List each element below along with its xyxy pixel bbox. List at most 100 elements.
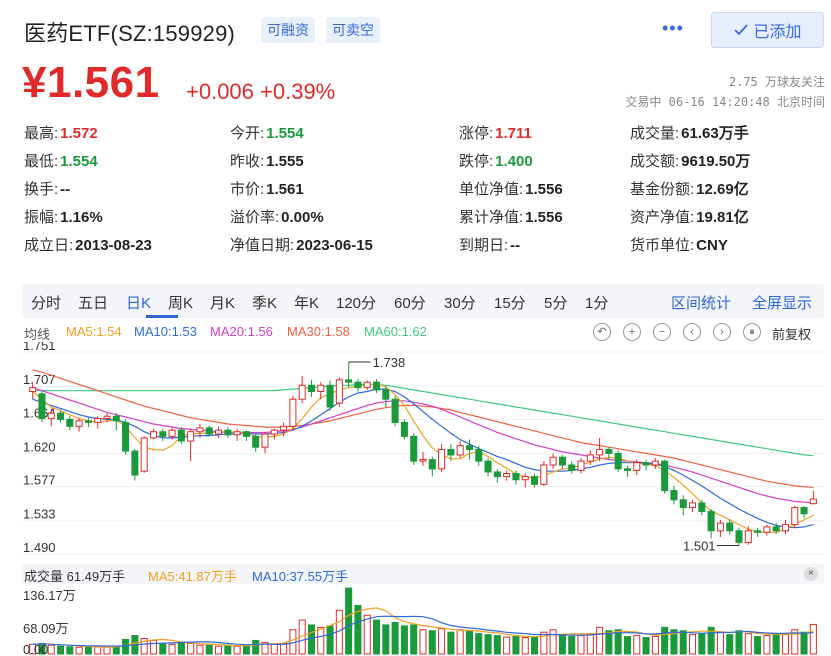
volume-bar	[373, 619, 381, 655]
tab-daily-k[interactable]: 日K	[126, 292, 151, 313]
volume-bar	[363, 614, 371, 655]
adjust-mode-select[interactable]: 前复权	[772, 324, 811, 343]
stat-expiry: 到期日: --	[459, 237, 521, 254]
tab-monthly-k[interactable]: 月K	[210, 292, 235, 313]
volume-bar	[744, 633, 752, 655]
candle	[428, 456, 436, 477]
added-label: 已添加	[753, 24, 802, 41]
volume-bar	[438, 628, 446, 655]
volume-bar	[521, 637, 529, 655]
tab-30min[interactable]: 30分	[444, 292, 476, 313]
candle	[484, 458, 492, 477]
volume-bar	[317, 626, 325, 655]
candle	[94, 416, 102, 429]
volume-bar	[382, 624, 390, 655]
tab-120min[interactable]: 120分	[336, 292, 376, 313]
volume-bar	[531, 636, 539, 655]
volume-bar	[726, 634, 734, 655]
margin-tag[interactable]: 可融资	[261, 17, 315, 43]
candle	[791, 506, 799, 528]
volume-bar	[187, 642, 195, 655]
candle	[140, 436, 148, 473]
volume-bar	[763, 635, 771, 655]
tab-yearly-k[interactable]: 年K	[294, 292, 319, 313]
volume-tick-label: 0.00	[23, 642, 48, 656]
volume-bar	[689, 634, 697, 655]
security-title: 医药ETF(SZ:159929)	[24, 21, 236, 46]
ma20-label: MA20:1.56	[210, 324, 273, 339]
stat-listed-date: 成立日: 2013-08-23	[24, 237, 152, 254]
kline-svg: 1.7511.7071.6641.6201.5771.5331.4901.738…	[22, 338, 824, 555]
candle	[558, 454, 566, 469]
volume-bar	[781, 633, 789, 655]
range-stats-link[interactable]: 区间统计	[671, 292, 731, 313]
tab-quarterly-k[interactable]: 季K	[252, 292, 277, 313]
tab-60min[interactable]: 60分	[394, 292, 426, 313]
candle	[131, 448, 139, 481]
more-button[interactable]: •••	[662, 18, 684, 39]
candle	[781, 519, 789, 534]
tab-weekly-k[interactable]: 周K	[168, 292, 193, 313]
candle	[661, 459, 669, 494]
kline-chart[interactable]: 1.7511.7071.6641.6201.5771.5331.4901.738…	[22, 338, 824, 562]
volume-bar	[168, 643, 176, 655]
volume-bar	[661, 626, 669, 655]
stat-net-assets: 资产净值: 19.81亿	[630, 209, 749, 226]
candle	[363, 380, 371, 390]
volume-bar	[400, 625, 408, 655]
y-tick-label: 1.620	[23, 439, 56, 454]
undo-icon[interactable]: ↶	[593, 323, 611, 341]
stat-nav-date: 净值日期: 2023-06-15	[230, 237, 373, 254]
volume-bar	[623, 636, 631, 655]
close-volume-icon[interactable]: ×	[804, 567, 818, 581]
volume-bar	[205, 644, 213, 655]
ma60-label: MA60:1.62	[364, 324, 427, 339]
volume-bar	[215, 645, 223, 655]
volume-bar	[503, 636, 511, 655]
candle	[410, 433, 418, 465]
tab-intraday[interactable]: 分时	[31, 292, 61, 313]
candle	[503, 470, 511, 481]
candle	[438, 444, 446, 472]
volume-bar	[242, 644, 250, 655]
candle	[549, 453, 557, 469]
tab-15min[interactable]: 15分	[494, 292, 526, 313]
zoom-in-icon[interactable]: +	[623, 323, 641, 341]
fullscreen-link[interactable]: 全屏显示	[752, 292, 812, 313]
added-watchlist-button[interactable]: 已添加	[711, 12, 824, 48]
tab-1min[interactable]: 1分	[585, 292, 608, 313]
stat-limit-down: 跌停: 1.400	[459, 153, 533, 170]
candle	[307, 379, 315, 397]
candle	[809, 490, 817, 505]
candle	[716, 519, 724, 537]
zoom-out-icon[interactable]: −	[653, 323, 671, 341]
scroll-right-icon[interactable]: ›	[713, 323, 731, 341]
candle	[754, 527, 762, 537]
candle	[577, 458, 585, 474]
volume-bar	[484, 634, 492, 655]
stat-amount: 成交额: 9619.50万	[630, 153, 751, 170]
candle	[261, 431, 269, 454]
candle	[456, 441, 464, 459]
candle	[215, 426, 223, 438]
stat-unit-nav: 单位净值: 1.556	[459, 181, 563, 198]
volume-tick-label: 136.17万	[23, 588, 76, 603]
volume-bar	[177, 641, 185, 655]
ma30-line	[32, 369, 814, 488]
checkmark-icon	[734, 24, 749, 36]
current-price: ¥1.561	[22, 58, 160, 107]
tab-five-day[interactable]: 五日	[78, 292, 108, 313]
volume-bar	[512, 636, 520, 655]
volume-bar	[47, 644, 55, 655]
candle	[707, 509, 715, 539]
candle	[419, 451, 427, 466]
tab-5min[interactable]: 5分	[544, 292, 567, 313]
ma30-label: MA30:1.58	[287, 324, 350, 339]
candle	[679, 495, 687, 516]
volume-bar	[345, 587, 353, 655]
short-sell-tag[interactable]: 可卖空	[326, 17, 380, 43]
volume-bar	[679, 630, 687, 655]
reset-icon[interactable]: ⏸	[743, 323, 761, 341]
scroll-left-icon[interactable]: ‹	[683, 323, 701, 341]
volume-svg: 136.17万 68.09万 0.00	[23, 587, 817, 656]
